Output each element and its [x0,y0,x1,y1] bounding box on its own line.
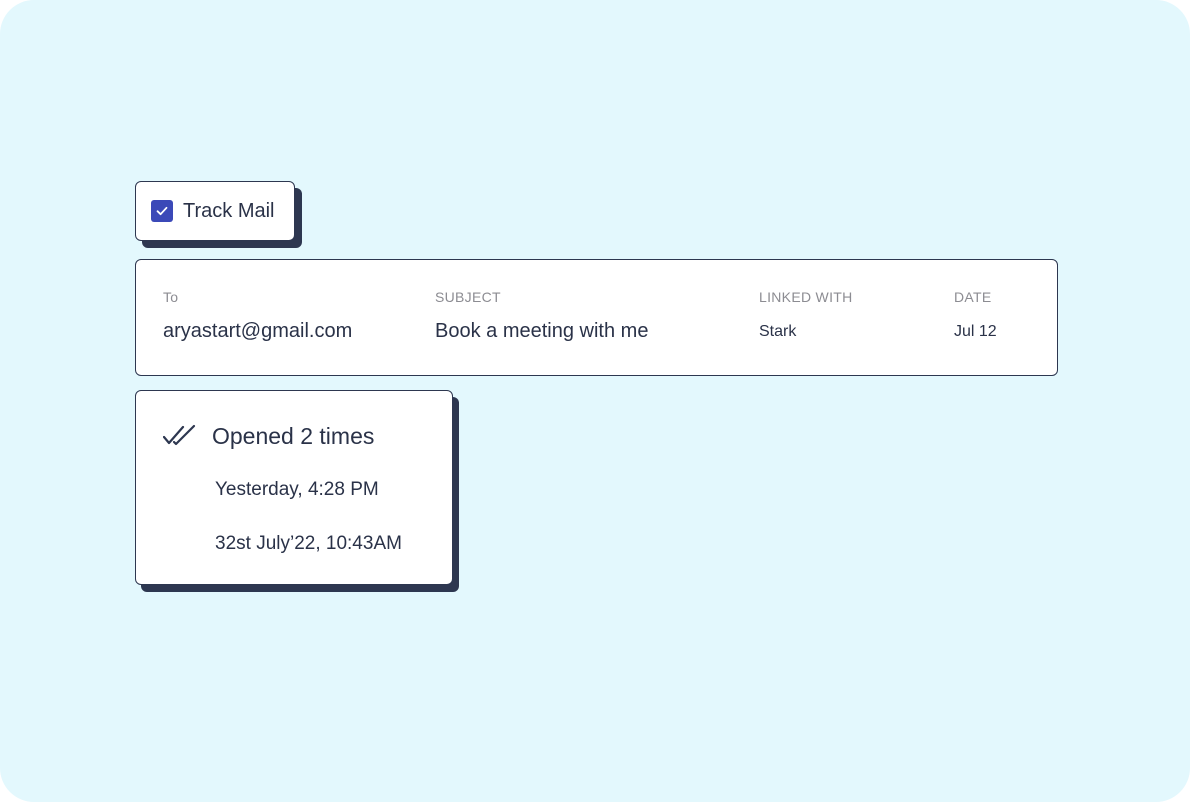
subject-header: SUBJECT [435,289,501,305]
to-header: To [163,289,179,305]
opened-card: Opened 2 times Yesterday, 4:28 PM 32st J… [135,390,453,585]
linked-with-header: LINKED WITH [759,289,853,305]
track-mail-toggle[interactable]: Track Mail [135,181,295,241]
date-value: Jul 12 [954,323,997,340]
track-mail-label: Track Mail [183,199,275,222]
mail-details-card: To aryastart@gmail.com SUBJECT Book a me… [135,259,1058,376]
date-header: DATE [954,289,992,305]
opened-count-title: Opened 2 times [212,423,375,449]
linked-with-value: Stark [759,323,797,340]
open-entry: Yesterday, 4:28 PM [215,479,379,500]
open-entry: 32st July’22, 10:43AM [215,533,402,554]
subject-value: Book a meeting with me [435,320,649,342]
double-check-icon [162,424,199,453]
checkbox-checked-icon[interactable] [151,200,173,222]
to-value: aryastart@gmail.com [163,320,353,342]
